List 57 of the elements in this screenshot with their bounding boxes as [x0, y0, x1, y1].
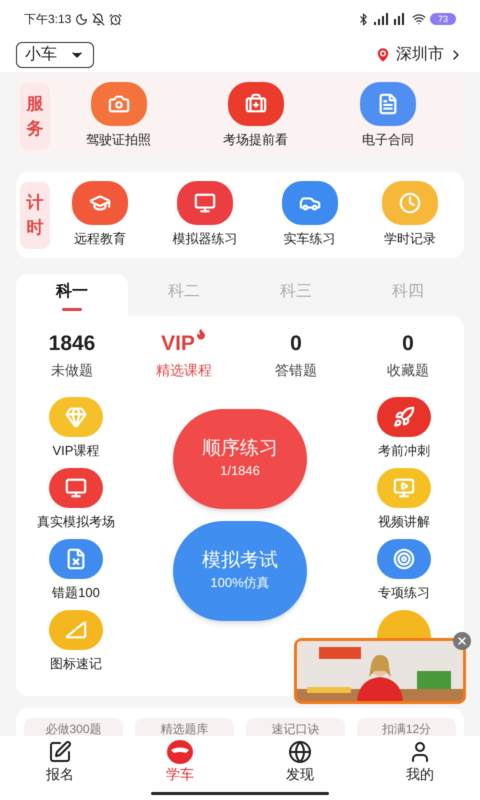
- topic-chip[interactable]: 扣满12分: [357, 718, 456, 736]
- topic-chip[interactable]: 必做300题: [24, 718, 123, 736]
- form-icon: [48, 740, 72, 764]
- timing-item[interactable]: 实车练习: [282, 181, 338, 249]
- battery-indicator: 73: [430, 13, 456, 25]
- video-icon: [393, 476, 415, 498]
- services-label: 服务: [20, 82, 50, 150]
- close-button[interactable]: [453, 632, 471, 650]
- monitor-icon: [176, 181, 233, 226]
- status-time: 下午3:13: [24, 11, 72, 28]
- service-item[interactable]: 电子合同: [360, 82, 416, 150]
- nav-tab[interactable]: 发现: [240, 736, 360, 788]
- document-icon: [360, 82, 416, 126]
- monitor-icon: [65, 476, 87, 498]
- feature-button[interactable]: 错题100: [16, 538, 136, 608]
- target-icon: [393, 548, 415, 570]
- timing-item[interactable]: 模拟器练习: [172, 181, 238, 249]
- vehicle-dropdown[interactable]: 小车: [16, 42, 94, 68]
- camera-icon: [90, 82, 146, 126]
- feature-button[interactable]: 考前冲刺: [344, 396, 464, 466]
- flame-icon: [194, 328, 207, 340]
- graduation-cap-icon: [72, 181, 128, 226]
- car-icon: [282, 181, 338, 226]
- topic-chip[interactable]: 精选题库: [135, 718, 234, 736]
- stat-item[interactable]: 1846 未做题: [16, 328, 128, 380]
- service-item[interactable]: 考场提前看: [223, 82, 288, 150]
- stat-item[interactable]: VIP 精选课程: [128, 328, 240, 380]
- wrong-document-icon: [65, 548, 87, 570]
- sign-icon: [65, 618, 87, 640]
- steering-wheel-icon: [167, 740, 193, 764]
- alarm-icon: [109, 12, 122, 26]
- moon-icon: [75, 12, 88, 26]
- city-selector[interactable]: 深圳市: [374, 43, 464, 67]
- service-item[interactable]: 驾驶证拍照: [86, 82, 151, 150]
- medical-kit-icon: [228, 82, 284, 126]
- feature-button[interactable]: 专项练习: [344, 538, 464, 608]
- mute-icon: [92, 12, 106, 26]
- rocket-icon: [393, 406, 415, 428]
- close-icon: [456, 635, 468, 647]
- timing-item[interactable]: 远程教育: [72, 181, 128, 249]
- vip-gem-icon: [65, 406, 87, 428]
- clock-icon: [382, 181, 438, 226]
- timing-item[interactable]: 学时记录: [382, 181, 438, 249]
- wifi-icon: [412, 12, 426, 26]
- feature-button[interactable]: 视频讲解: [344, 468, 464, 538]
- feature-button[interactable]: 真实模拟考场: [16, 468, 136, 538]
- nav-tab[interactable]: 报名: [0, 736, 120, 788]
- feature-button[interactable]: VIP课程: [16, 396, 136, 466]
- stat-item[interactable]: 0 收藏题: [352, 328, 464, 380]
- timing-label: 计时: [20, 182, 50, 248]
- practice-button[interactable]: 顺序练习 1/1846: [173, 408, 307, 508]
- nav-tab[interactable]: 学车: [120, 736, 240, 788]
- topic-chip[interactable]: 速记口诀: [246, 718, 345, 736]
- nav-tab[interactable]: 我的: [360, 736, 480, 788]
- stat-item[interactable]: 0 答错题: [240, 328, 352, 380]
- subject-tab[interactable]: 科一: [16, 274, 128, 316]
- feature-button[interactable]: 图标速记: [16, 610, 136, 680]
